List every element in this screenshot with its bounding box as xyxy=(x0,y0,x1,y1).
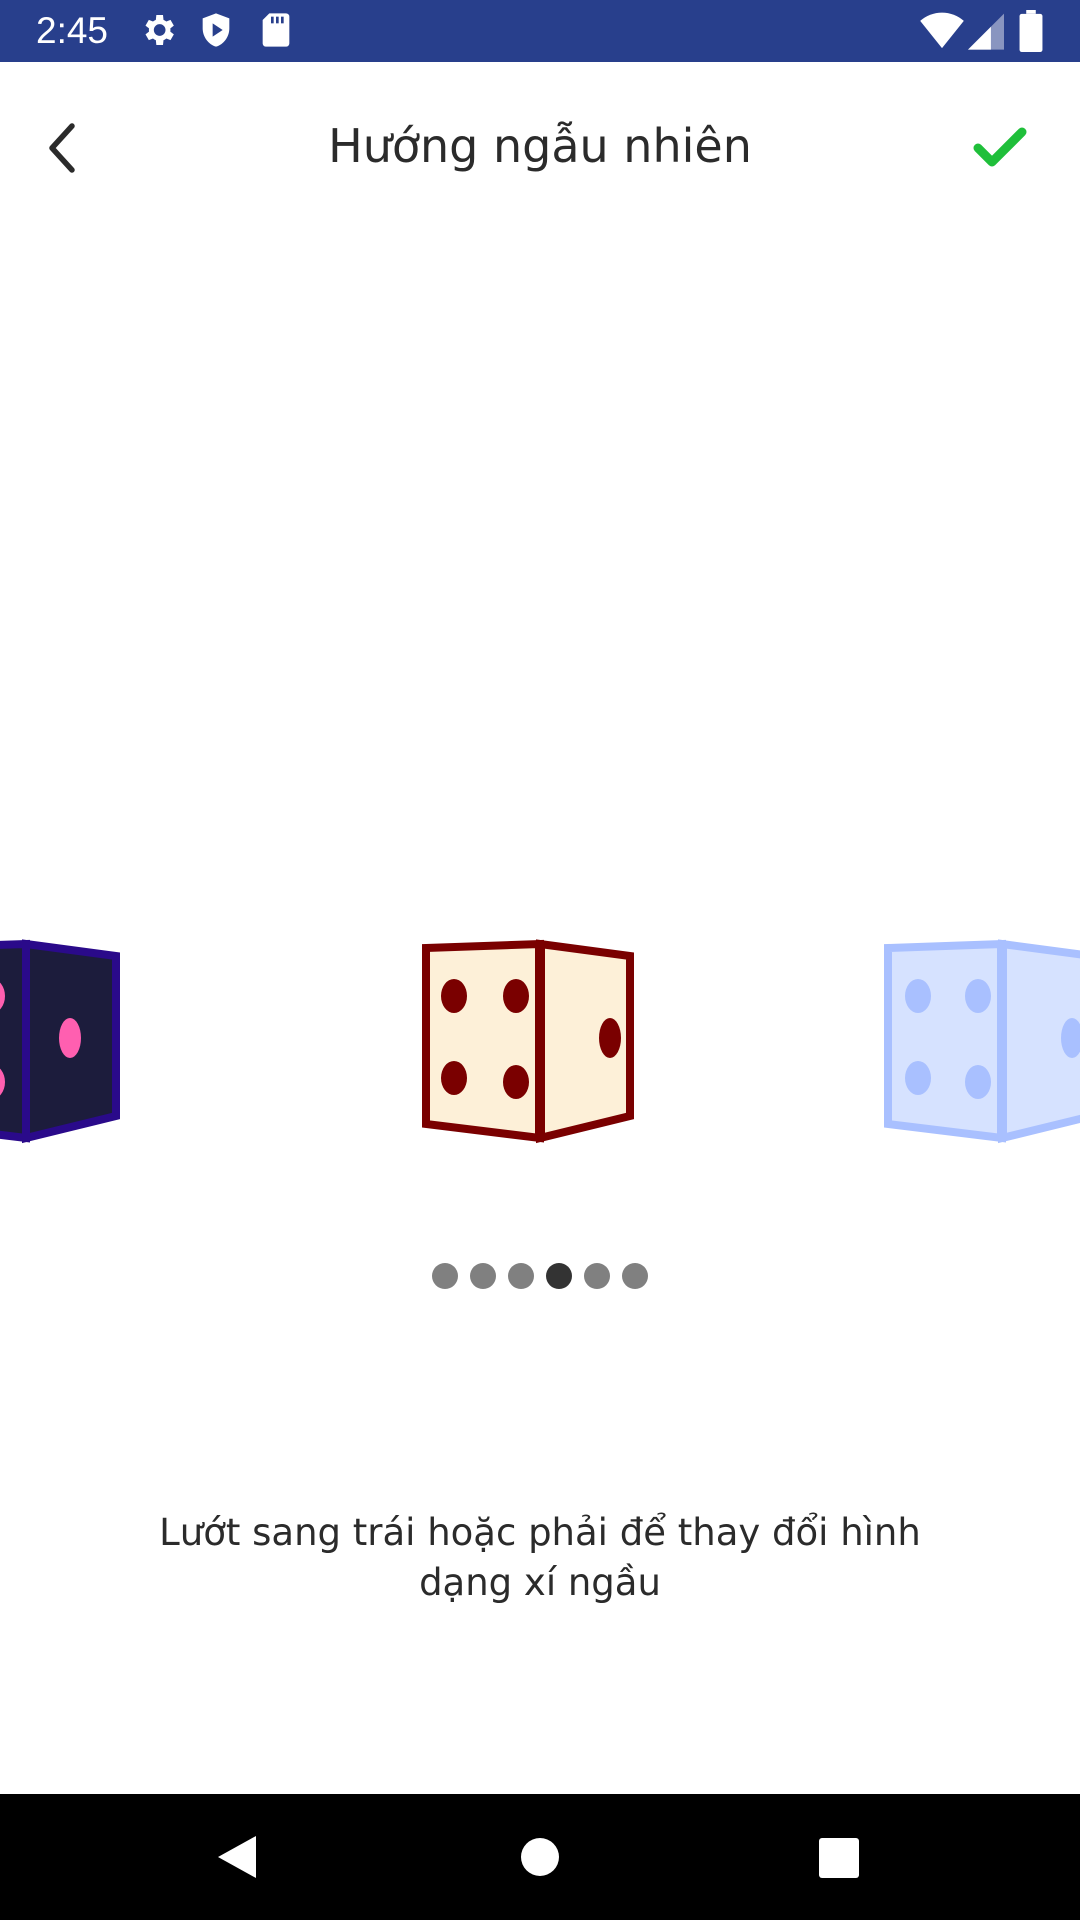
status-bar: 2:45 xyxy=(0,0,1080,62)
nav-recents-button[interactable] xyxy=(805,1824,871,1890)
app-bar: Hướng ngẫu nhiên xyxy=(0,62,1080,224)
sd-card-icon xyxy=(256,10,296,54)
triangle-back-icon xyxy=(204,1836,270,1894)
battery-icon xyxy=(1018,10,1044,56)
page-dot xyxy=(622,1263,648,1289)
signal-icon xyxy=(968,10,1004,54)
navigation-bar xyxy=(0,1794,1080,1920)
light-blue-die[interactable] xyxy=(880,920,1080,1150)
swipe-hint-line-2: dạng xí ngầu xyxy=(419,1561,661,1604)
page-title: Hướng ngẫu nhiên xyxy=(328,119,752,173)
page-dot xyxy=(470,1263,496,1289)
swipe-hint-line-1: Lướt sang trái hoặc phải để thay đổi hìn… xyxy=(159,1511,921,1554)
shield-play-icon xyxy=(196,10,236,54)
wifi-icon xyxy=(920,10,964,54)
screen: 2:45 Hướng ngẫu nhiên Lướt sang trái hoặ… xyxy=(0,0,1080,1920)
square-recents-icon xyxy=(805,1838,871,1894)
page-dot xyxy=(432,1263,458,1289)
dice-carousel[interactable] xyxy=(0,920,1080,1150)
page-dot xyxy=(584,1263,610,1289)
checkmark-icon xyxy=(962,127,1042,188)
cream-maroon-die[interactable] xyxy=(418,920,658,1150)
nav-home-button[interactable] xyxy=(507,1824,573,1890)
status-time: 2:45 xyxy=(36,10,109,51)
swipe-hint: Lướt sang trái hoặc phải để thay đổi hìn… xyxy=(120,1508,960,1608)
page-dot xyxy=(508,1263,534,1289)
navy-pink-die[interactable] xyxy=(0,920,144,1150)
nav-back-button[interactable] xyxy=(204,1824,270,1890)
page-dot-active xyxy=(546,1263,572,1289)
circle-home-icon xyxy=(507,1838,573,1894)
page-indicator xyxy=(0,1263,1080,1291)
confirm-button[interactable] xyxy=(962,114,1042,184)
gear-icon xyxy=(138,10,178,54)
